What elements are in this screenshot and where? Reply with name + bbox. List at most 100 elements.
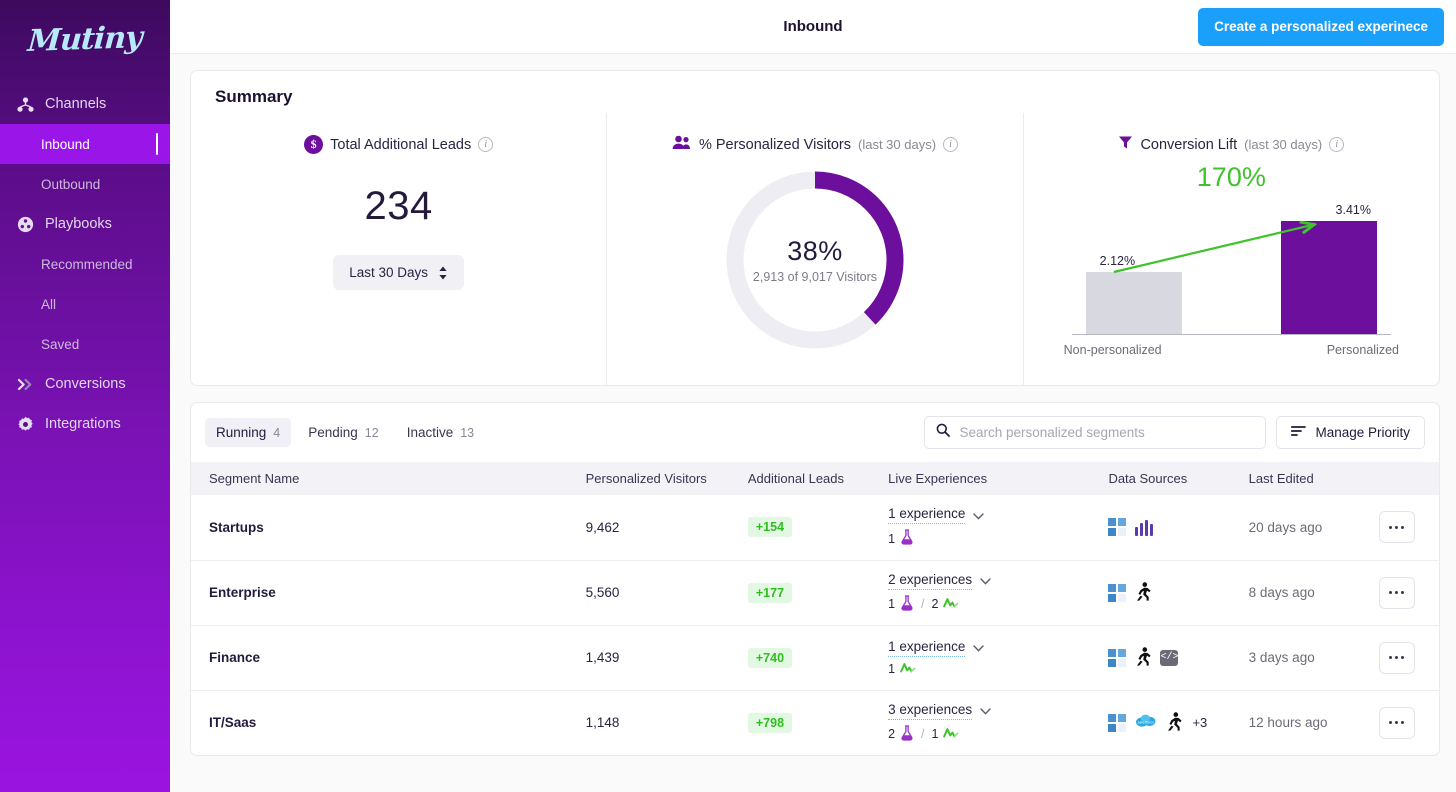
table-row[interactable]: Startups 9,462 +154 1 experience bbox=[191, 495, 1439, 560]
running-person-icon bbox=[1135, 647, 1151, 669]
chevron-down-icon[interactable] bbox=[973, 508, 984, 523]
table-row[interactable]: Enterprise 5,560 +177 2 experiences bbox=[191, 560, 1439, 625]
additional-leads-badge: +154 bbox=[748, 517, 792, 537]
live-count: 1 bbox=[932, 727, 939, 741]
funnel-icon bbox=[1118, 135, 1133, 154]
running-person-icon bbox=[1135, 582, 1151, 604]
separator: / bbox=[921, 727, 924, 741]
sidebar-item-integrations[interactable]: Integrations bbox=[0, 404, 170, 444]
more-options-icon[interactable] bbox=[1379, 511, 1415, 543]
sidebar-item-recommended[interactable]: Recommended bbox=[0, 244, 170, 284]
app-root: Mutiny Channels Inbound Outbound Playboo… bbox=[0, 0, 1456, 792]
info-icon[interactable]: i bbox=[943, 137, 958, 152]
summary-card: Summary $ Total Additional Leads i 234 L… bbox=[190, 70, 1440, 386]
sidebar-item-label: All bbox=[41, 297, 56, 312]
metric-label: Total Additional Leads bbox=[330, 137, 471, 153]
info-icon[interactable]: i bbox=[1329, 137, 1344, 152]
logo[interactable]: Mutiny bbox=[0, 0, 170, 78]
table-toolbar: Running 4 Pending 12 Inactive 13 bbox=[191, 403, 1439, 462]
logo-text: Mutiny bbox=[27, 20, 143, 59]
cell-actions bbox=[1379, 625, 1439, 690]
tab-inactive[interactable]: Inactive 13 bbox=[396, 418, 485, 447]
sidebar-item-label: Saved bbox=[41, 337, 79, 352]
microsoft-icon bbox=[1108, 518, 1126, 536]
data-sources-more-count[interactable]: +3 bbox=[1192, 715, 1207, 730]
flask-icon bbox=[900, 595, 914, 614]
table-controls: Manage Priority bbox=[924, 416, 1425, 449]
manage-priority-label: Manage Priority bbox=[1315, 425, 1410, 440]
cell-personalized-visitors: 1,148 bbox=[586, 690, 748, 755]
date-range-selector[interactable]: Last 30 Days bbox=[333, 255, 464, 290]
more-options-icon[interactable] bbox=[1379, 707, 1415, 739]
search-box[interactable] bbox=[924, 416, 1266, 449]
chevron-down-icon[interactable] bbox=[973, 640, 984, 655]
running-person-icon bbox=[1166, 712, 1182, 734]
microsoft-icon bbox=[1108, 714, 1126, 732]
experiences-link[interactable]: 1 experience bbox=[888, 506, 965, 524]
sidebar-item-label: Inbound bbox=[41, 137, 90, 152]
axis-label-personalized: Personalized bbox=[1327, 343, 1399, 357]
microsoft-icon bbox=[1108, 649, 1126, 667]
sidebar-item-saved[interactable]: Saved bbox=[0, 324, 170, 364]
table-row[interactable]: Finance 1,439 +740 1 experience bbox=[191, 625, 1439, 690]
main-area: Inbound Create a personalized experinece… bbox=[170, 0, 1456, 792]
double-chevron-right-icon bbox=[14, 375, 36, 393]
experiences-link[interactable]: 2 experiences bbox=[888, 572, 972, 590]
tab-label: Running bbox=[216, 425, 266, 440]
microsoft-icon bbox=[1108, 584, 1126, 602]
sidebar-item-label: Playbooks bbox=[45, 216, 112, 232]
cell-segment-name: IT/Saas bbox=[191, 690, 586, 755]
cell-live-experiences: 2 experiences 1 bbox=[888, 560, 1108, 625]
tab-label: Pending bbox=[308, 425, 358, 440]
tab-running[interactable]: Running 4 bbox=[205, 418, 291, 447]
axis-label-non-personalized: Non-personalized bbox=[1064, 343, 1162, 357]
cell-last-edited: 20 days ago bbox=[1249, 495, 1379, 560]
tab-pending[interactable]: Pending 12 bbox=[297, 418, 389, 447]
sidebar-item-inbound[interactable]: Inbound bbox=[0, 124, 170, 164]
sidebar-item-channels[interactable]: Channels bbox=[0, 84, 170, 124]
donut-percent: 38% bbox=[787, 236, 843, 267]
bar-label-personalized: 3.41% bbox=[1336, 203, 1371, 217]
cell-actions bbox=[1379, 560, 1439, 625]
col-data-sources: Data Sources bbox=[1108, 462, 1248, 495]
sitemap-icon bbox=[14, 95, 36, 113]
cell-personalized-visitors: 5,560 bbox=[586, 560, 748, 625]
conversion-lift-headline: 170% bbox=[1024, 162, 1439, 193]
more-options-icon[interactable] bbox=[1379, 577, 1415, 609]
manage-priority-button[interactable]: Manage Priority bbox=[1276, 416, 1425, 449]
cell-live-experiences: 3 experiences 2 bbox=[888, 690, 1108, 755]
table-head: Segment Name Personalized Visitors Addit… bbox=[191, 462, 1439, 495]
sidebar: Mutiny Channels Inbound Outbound Playboo… bbox=[0, 0, 170, 792]
search-input[interactable] bbox=[959, 425, 1254, 440]
chevron-down-icon[interactable] bbox=[980, 703, 991, 718]
sidebar-item-all[interactable]: All bbox=[0, 284, 170, 324]
svg-text:salesforce: salesforce bbox=[1138, 721, 1155, 725]
cell-additional-leads: +798 bbox=[748, 690, 888, 755]
experiences-link[interactable]: 3 experiences bbox=[888, 702, 972, 720]
separator: / bbox=[921, 597, 924, 611]
summary-metric-header: Conversion Lift (last 30 days) i bbox=[1024, 135, 1439, 154]
conversion-lift-bar-chart: 2.12% 3.41% bbox=[1072, 203, 1391, 335]
cell-data-sources bbox=[1108, 495, 1248, 560]
col-segment-name: Segment Name bbox=[191, 462, 586, 495]
sidebar-item-outbound[interactable]: Outbound bbox=[0, 164, 170, 204]
create-personalized-experience-button[interactable]: Create a personalized experinece bbox=[1198, 8, 1444, 46]
chevron-down-icon[interactable] bbox=[980, 573, 991, 588]
info-icon[interactable]: i bbox=[478, 137, 493, 152]
table-header-row: Segment Name Personalized Visitors Addit… bbox=[191, 462, 1439, 495]
cell-segment-name: Enterprise bbox=[191, 560, 586, 625]
cell-data-sources: salesforce +3 bbox=[1108, 690, 1248, 755]
sidebar-item-conversions[interactable]: Conversions bbox=[0, 364, 170, 404]
sidebar-item-playbooks[interactable]: Playbooks bbox=[0, 204, 170, 244]
tab-count: 13 bbox=[460, 426, 474, 440]
status-tabs: Running 4 Pending 12 Inactive 13 bbox=[205, 418, 485, 447]
col-personalized-visitors: Personalized Visitors bbox=[586, 462, 748, 495]
cell-actions bbox=[1379, 495, 1439, 560]
more-options-icon[interactable] bbox=[1379, 642, 1415, 674]
tab-count: 12 bbox=[365, 426, 379, 440]
cell-data-sources bbox=[1108, 560, 1248, 625]
experiences-link[interactable]: 1 experience bbox=[888, 639, 965, 657]
cell-additional-leads: +740 bbox=[748, 625, 888, 690]
metric-label-suffix: (last 30 days) bbox=[858, 137, 936, 152]
table-row[interactable]: IT/Saas 1,148 +798 3 experiences bbox=[191, 690, 1439, 755]
